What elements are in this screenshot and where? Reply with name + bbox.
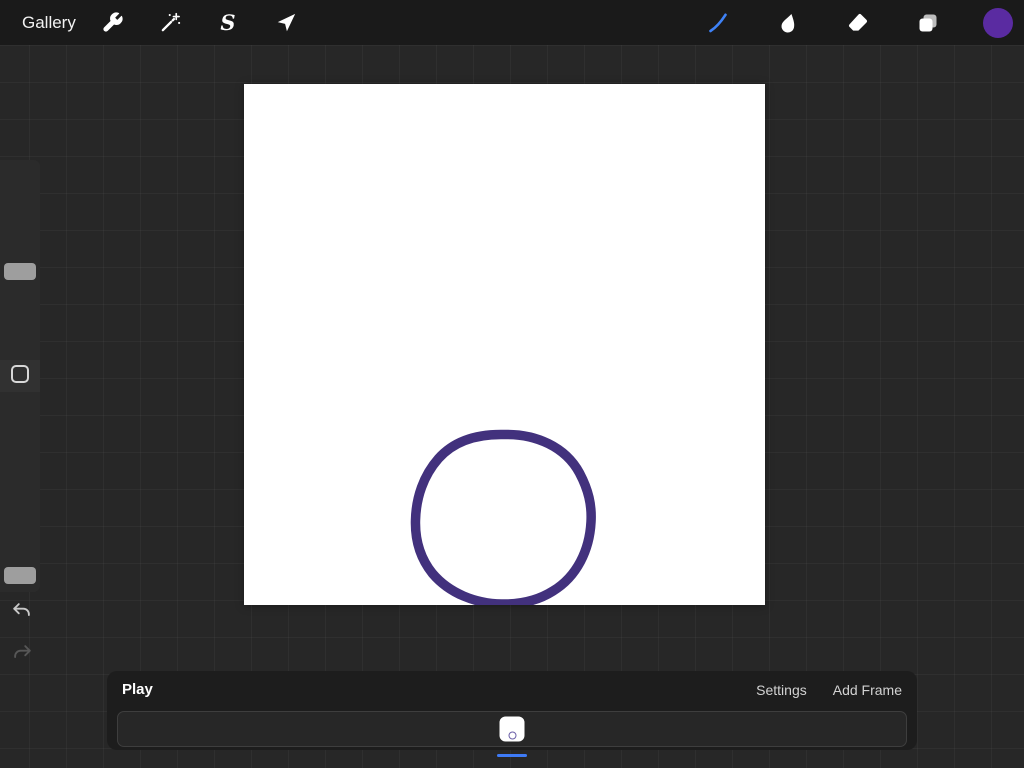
animation-assist-panel: Play Settings Add Frame	[107, 671, 917, 750]
add-frame-button[interactable]: Add Frame	[833, 682, 902, 698]
drawn-circle-stroke	[415, 434, 591, 604]
drawing-canvas[interactable]	[244, 84, 765, 605]
opacity-slider[interactable]	[0, 392, 40, 592]
undo-icon	[11, 600, 33, 622]
brush-icon	[706, 11, 730, 35]
eraser-button[interactable]	[840, 5, 876, 41]
frame-thumbnail[interactable]	[500, 717, 525, 742]
settings-button[interactable]: Settings	[756, 682, 807, 698]
procreate-app: Gallery S	[0, 0, 1024, 768]
artwork	[244, 84, 765, 605]
actions-button[interactable]	[94, 5, 130, 41]
undo-button[interactable]	[10, 600, 34, 624]
frame-preview-circle	[508, 732, 516, 740]
right-tool-group	[700, 0, 1016, 45]
transform-button[interactable]	[268, 5, 304, 41]
magic-wand-icon	[159, 11, 182, 34]
layers-icon	[916, 11, 940, 35]
eraser-icon	[846, 11, 870, 35]
wrench-icon	[101, 11, 124, 34]
selected-frame-indicator	[497, 754, 527, 757]
smudge-icon	[776, 11, 800, 35]
selection-s-icon: S	[216, 11, 240, 35]
svg-text:S: S	[220, 11, 235, 35]
paint-button[interactable]	[700, 5, 736, 41]
redo-icon	[11, 642, 33, 664]
layers-button[interactable]	[910, 5, 946, 41]
color-button[interactable]	[980, 5, 1016, 41]
play-button[interactable]: Play	[122, 681, 153, 698]
selection-button[interactable]: S	[210, 5, 246, 41]
sidebar	[0, 160, 40, 592]
top-toolbar: Gallery S	[0, 0, 1024, 45]
modify-button[interactable]	[11, 365, 29, 383]
panel-actions: Settings Add Frame	[756, 682, 902, 698]
opacity-handle[interactable]	[4, 567, 36, 584]
left-tool-group: S	[94, 0, 304, 45]
brush-size-handle[interactable]	[4, 263, 36, 280]
redo-button[interactable]	[10, 642, 34, 666]
gallery-button[interactable]: Gallery	[22, 13, 76, 33]
active-color-swatch	[983, 8, 1013, 38]
brush-size-slider[interactable]	[0, 160, 40, 360]
animation-panel-header: Play Settings Add Frame	[122, 681, 902, 698]
adjustments-button[interactable]	[152, 5, 188, 41]
smudge-button[interactable]	[770, 5, 806, 41]
transform-arrow-icon	[275, 12, 297, 34]
animation-timeline[interactable]	[117, 711, 907, 747]
